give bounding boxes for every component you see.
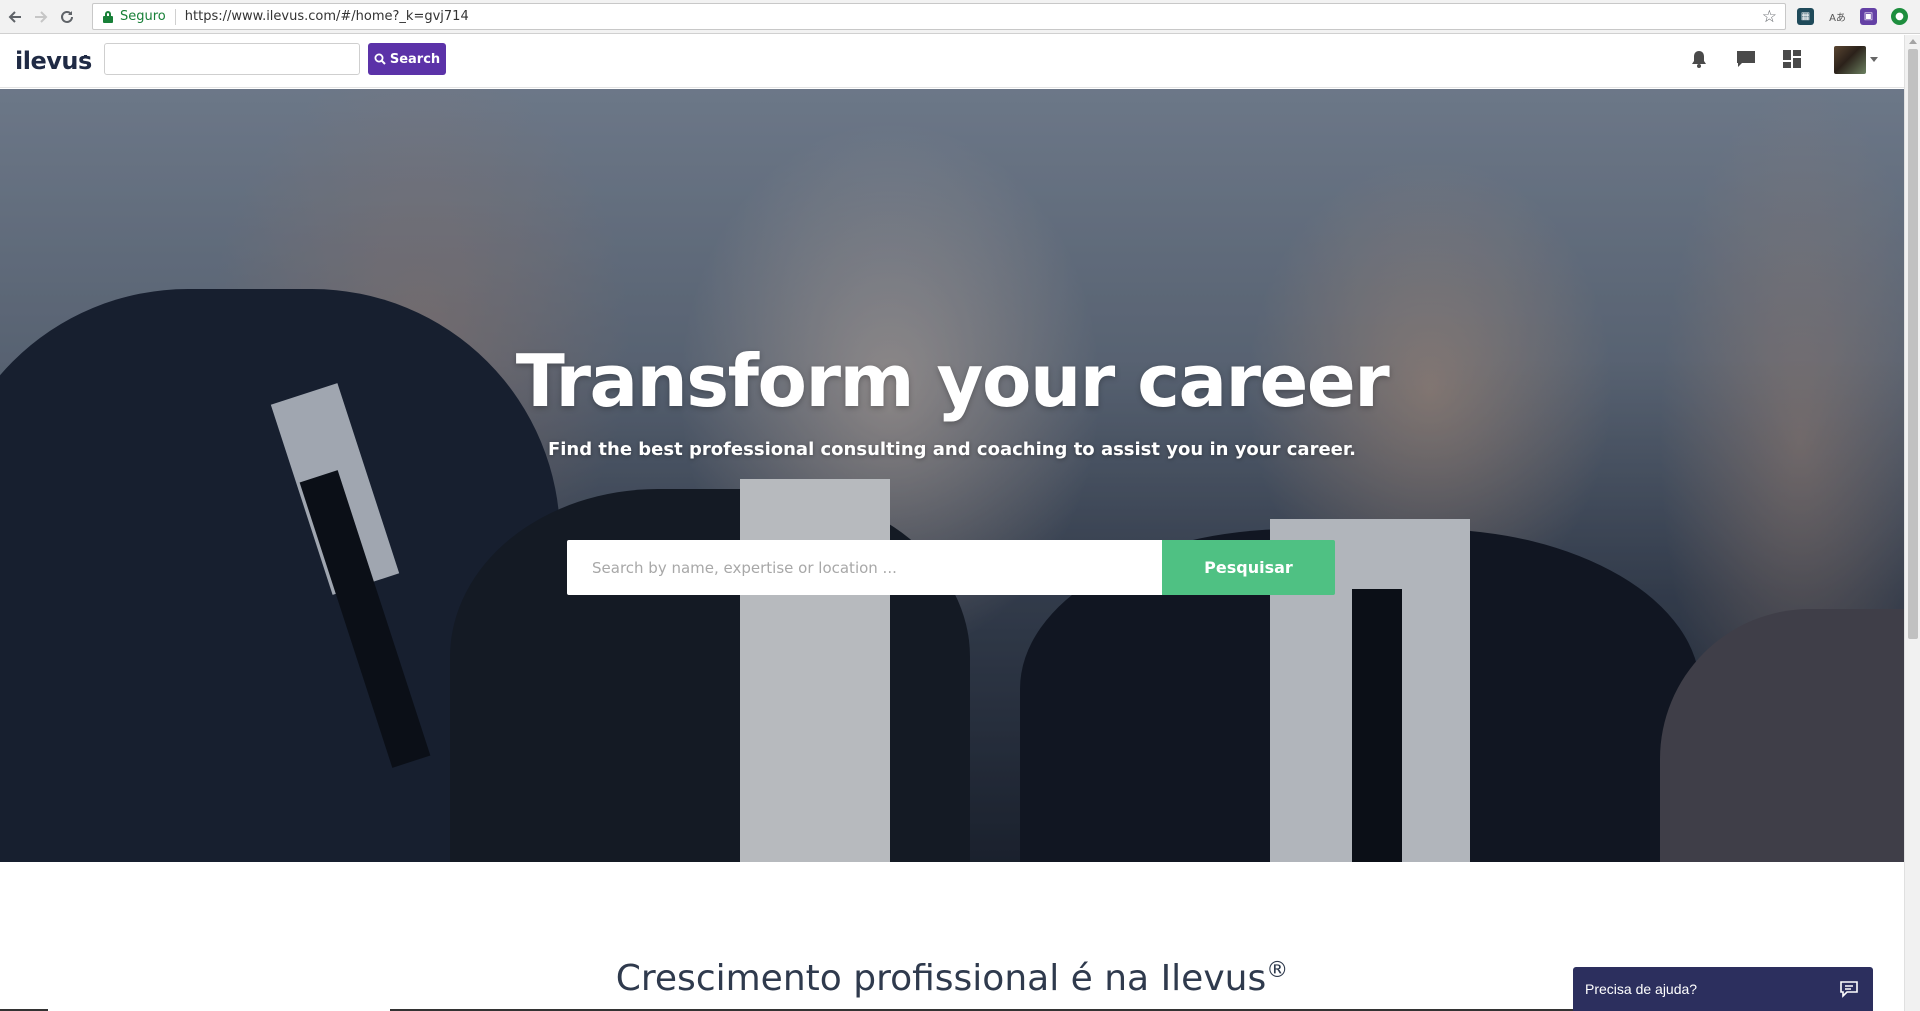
hero-search-button[interactable]: Pesquisar [1162, 540, 1335, 595]
star-icon[interactable]: ☆ [1762, 7, 1777, 27]
chat-icon[interactable] [1735, 48, 1757, 70]
hero-overlay [0, 89, 1904, 862]
translate-extension-icon[interactable]: Aあ [1829, 8, 1846, 25]
logo-dot [84, 55, 87, 58]
address-bar[interactable]: Seguro https://www.ilevus.com/#/home?_k=… [92, 3, 1786, 30]
green-extension-icon[interactable]: ● [1891, 8, 1908, 25]
address-separator [174, 8, 176, 25]
forward-icon[interactable] [30, 6, 52, 28]
help-label: Precisa de ajuda? [1585, 981, 1698, 997]
page-scrollbar[interactable] [1904, 35, 1920, 1011]
url-text[interactable]: https://www.ilevus.com/#/home?_k=gvj714 [185, 9, 469, 24]
ilevus-logo[interactable]: ilevus [15, 47, 92, 75]
hero-search-input[interactable] [567, 540, 1163, 595]
reload-icon[interactable] [56, 6, 78, 28]
secure-label: Seguro [120, 9, 166, 24]
scroll-up-icon[interactable] [1909, 39, 1917, 44]
chevron-down-icon[interactable] [1870, 57, 1878, 62]
extension-icon[interactable]: ▦ [1797, 8, 1814, 25]
hero-banner: Transform your career Find the best prof… [0, 89, 1904, 862]
header-search-input[interactable] [104, 43, 360, 75]
trademark-symbol: ® [1266, 958, 1289, 983]
hero-subtitle: Find the best professional consulting an… [547, 439, 1357, 460]
hero-title: Transform your career [515, 339, 1390, 423]
header-search-button[interactable]: Search [368, 43, 446, 75]
section-title-text: Crescimento profissional é na Ilevus [615, 958, 1267, 999]
search-icon [374, 53, 386, 65]
browser-toolbar: Seguro https://www.ilevus.com/#/home?_k=… [0, 0, 1920, 34]
lock-icon [103, 10, 113, 23]
twitch-extension-icon[interactable]: ▣ [1860, 8, 1877, 25]
help-chat-widget[interactable]: Precisa de ajuda? [1573, 967, 1873, 1011]
site-header: ilevus Search [0, 35, 1904, 88]
scroll-thumb[interactable] [1908, 49, 1918, 639]
bell-icon[interactable] [1688, 48, 1710, 70]
avatar[interactable] [1834, 46, 1866, 74]
back-icon[interactable] [4, 6, 26, 28]
header-search-label: Search [389, 51, 441, 67]
chat-bubble-icon [1840, 981, 1858, 998]
dashboard-icon[interactable] [1781, 48, 1803, 70]
